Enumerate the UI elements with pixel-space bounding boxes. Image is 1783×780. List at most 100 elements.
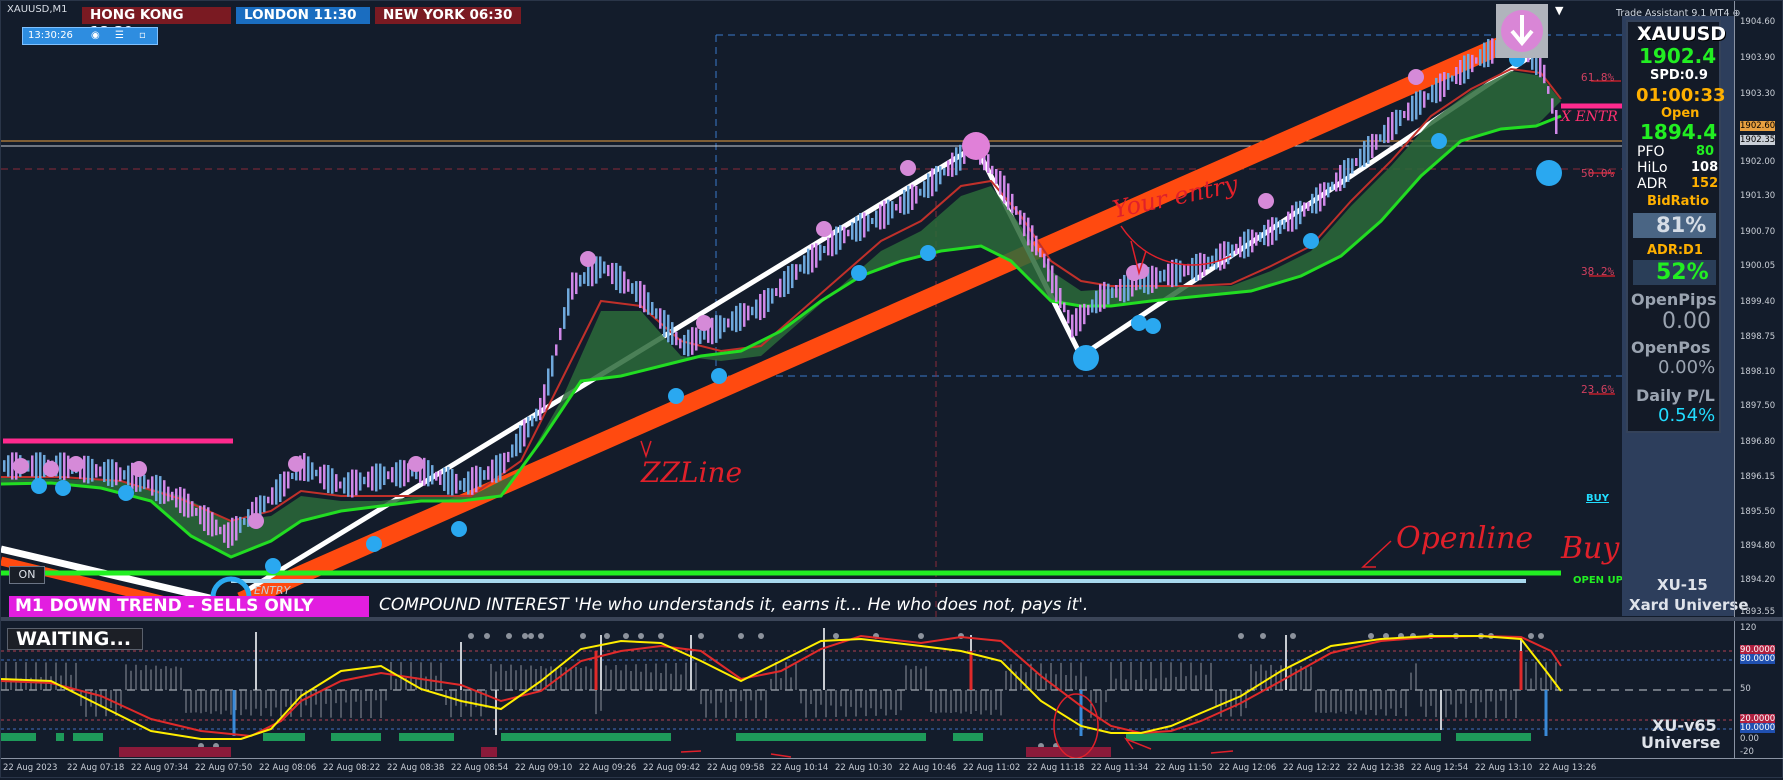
time-tick-label: 22 Aug 10:46 [899,763,957,773]
panel-pfo-label: PFO [1637,144,1665,160]
chart-window[interactable]: XAUUSD,M1 HONG KONG 18:30 LONDON 11:30 N… [0,0,1783,778]
candlestick-series [3,27,1558,548]
time-tick-label: 22 Aug 12:38 [1347,763,1405,773]
buy-marker-label: BUY [1586,493,1609,504]
fib-382-label: 38.2% [1581,265,1615,278]
info-panel: XAUUSD 1902.4 SPD:0.9 01:00:33 Open 1894… [1626,20,1726,433]
indicator-histogram [1,628,1557,749]
panel-adr-d1-value: 52% [1656,260,1709,285]
indicator-axis[interactable]: 120 90.0000 80.0000 50 20.0000 10.0000 0.00 -20 [1734,621,1783,758]
indicator-tick-label: -20 [1740,747,1754,757]
time-tick-label: 22 Aug 09:42 [643,763,701,773]
price-tick-label: 1894.80 [1740,541,1776,551]
panel-pfo-value: 80 [1696,144,1715,159]
price-tick-label: 1896.80 [1740,437,1776,447]
panel-hilo-value: 108 [1691,160,1719,175]
x-entry-label: X ENTR [1561,109,1618,125]
panel-dailypl-value: 0.54% [1658,405,1716,426]
menu-icon[interactable]: ☰ [115,30,124,41]
time-tick-label: 22 Aug 08:22 [323,763,381,773]
zz-line-main [237,32,1515,610]
panel-bidratio-value: 81% [1656,213,1707,237]
trend-banner: M1 DOWN TREND - SELLS ONLY [9,596,369,617]
main-price-chart[interactable]: XAUUSD,M1 HONG KONG 18:30 LONDON 11:30 N… [1,1,1734,617]
indicator-pane-svg[interactable] [1,621,1734,758]
time-tick-label: 22 Aug 11:50 [1155,763,1213,773]
indicator-tick-label: 0.00 [1740,734,1759,744]
time-tick-label: 22 Aug 12:06 [1219,763,1277,773]
time-tick-label: 22 Aug 12:54 [1411,763,1469,773]
on-button[interactable]: ON [9,566,45,584]
clock-toolbar[interactable]: 13:30:26 ◉ ☰ ▫ [22,27,158,45]
waiting-status: WAITING... [7,628,143,650]
indicator-tick-label: 10.0000 [1740,723,1776,733]
price-tick-label: 1898.75 [1740,332,1776,342]
panel-adr-d1-label: ADR:D1 [1647,243,1703,258]
time-tick-label: 22 Aug 12:22 [1283,763,1341,773]
time-tick-label: 22 Aug 10:30 [835,763,893,773]
price-tick-label: 1904.60 [1740,17,1776,27]
trough-signal-big [1073,345,1099,371]
indicator-tick-label: 120 [1740,623,1757,633]
time-tick-label: 22 Aug 09:58 [707,763,765,773]
price-tick-label: 1902.00 [1740,157,1776,167]
time-tick-label: 22 Aug 08:38 [387,763,445,773]
panel-openpos-value: 0.00% [1658,357,1716,378]
time-tick-label: 22 Aug 10:14 [771,763,829,773]
time-tick-label: 22 Aug 09:26 [579,763,637,773]
annotation-zzline: ZZLine [641,456,743,489]
price-tick-label: 1898.10 [1740,367,1776,377]
window-icon[interactable]: ▫ [139,30,146,41]
price-tick-label: 1893.55 [1740,607,1776,617]
panel-adr-label: ADR [1637,176,1668,192]
time-tick-label: 22 Aug 07:18 [67,763,125,773]
time-tick-label: 22 Aug 08:54 [451,763,509,773]
open-up-label: OPEN UP [1573,575,1623,586]
panel-openpips-label: OpenPips [1631,290,1717,309]
clock-time: 13:30:26 [28,30,73,41]
price-tick-label: 1900.70 [1740,227,1776,237]
trade-assistant-label: Trade Assistant 9.1 MT4 ⊕ [1616,8,1741,19]
trade-assistant-text: Trade Assistant 9.1 MT4 [1616,8,1730,19]
ma-ribbon-fill [1,71,1561,556]
time-tick-label: 22 Aug 07:34 [131,763,189,773]
panel-symbol: XAUUSD [1637,23,1727,45]
panel-openpos-label: OpenPos [1631,338,1711,357]
panel-openpips-value: 0.00 [1662,309,1711,334]
time-tick-label: 22 Aug 11:34 [1091,763,1149,773]
session-hong-kong: HONG KONG 18:30 [82,7,231,40]
time-tick-label: 22 Aug 07:50 [195,763,253,773]
openline-arrow-icon [1361,540,1392,568]
indicator-tick-label: 80.0000 [1740,654,1776,664]
fib-236-label: 23.6% [1581,383,1615,396]
price-tick-label: 1902.60 [1740,121,1776,131]
session-new-york: NEW YORK 06:30 [375,7,521,24]
panel-spread: SPD:0.9 [1650,68,1708,83]
time-tick-label: 22 Aug 13:26 [1539,763,1597,773]
eye-icon[interactable]: ◉ [91,30,100,41]
time-tick-label: 22 Aug 09:10 [515,763,573,773]
price-axis[interactable]: 1904.60 1903.90 1903.30 1902.60 1902.35 1902.… [1734,1,1783,617]
panel-open-value: 1894.4 [1640,120,1718,144]
panel-timer: 01:00:33 [1636,85,1726,106]
panel-bidratio-label: BidRatio [1647,194,1710,209]
panel-dailypl-label: Daily P/L [1636,386,1715,405]
indicator-tick-label: 50 [1740,684,1751,694]
price-tick-label: 1900.05 [1740,261,1776,271]
compound-interest-quote: COMPOUND INTEREST 'He who understands it… [379,595,1089,615]
session-london: LONDON 11:30 [236,7,370,24]
brand-xard-universe: Xard Universe [1629,596,1749,614]
time-axis[interactable]: 22 Aug 2023 22 Aug 07:18 22 Aug 07:34 22 Au… [1,758,1783,780]
scroll-arrow-icon[interactable]: ▼ [1555,4,1563,17]
fib-underline-strokes [1589,80,1621,395]
zzline-arrow-icon [640,440,652,459]
price-tick-label: 1901.30 [1740,191,1776,201]
panel-adr-value: 152 [1691,176,1719,191]
panel-bid: 1902.4 [1639,44,1717,68]
brand-xu15: XU-15 [1657,576,1708,594]
time-tick-label: 22 Aug 11:18 [1027,763,1085,773]
price-tick-label: 1903.90 [1740,53,1776,63]
time-tick-label: 22 Aug 13:10 [1475,763,1533,773]
price-tick-label: 1899.40 [1740,297,1776,307]
current-signal-big [1536,160,1562,186]
